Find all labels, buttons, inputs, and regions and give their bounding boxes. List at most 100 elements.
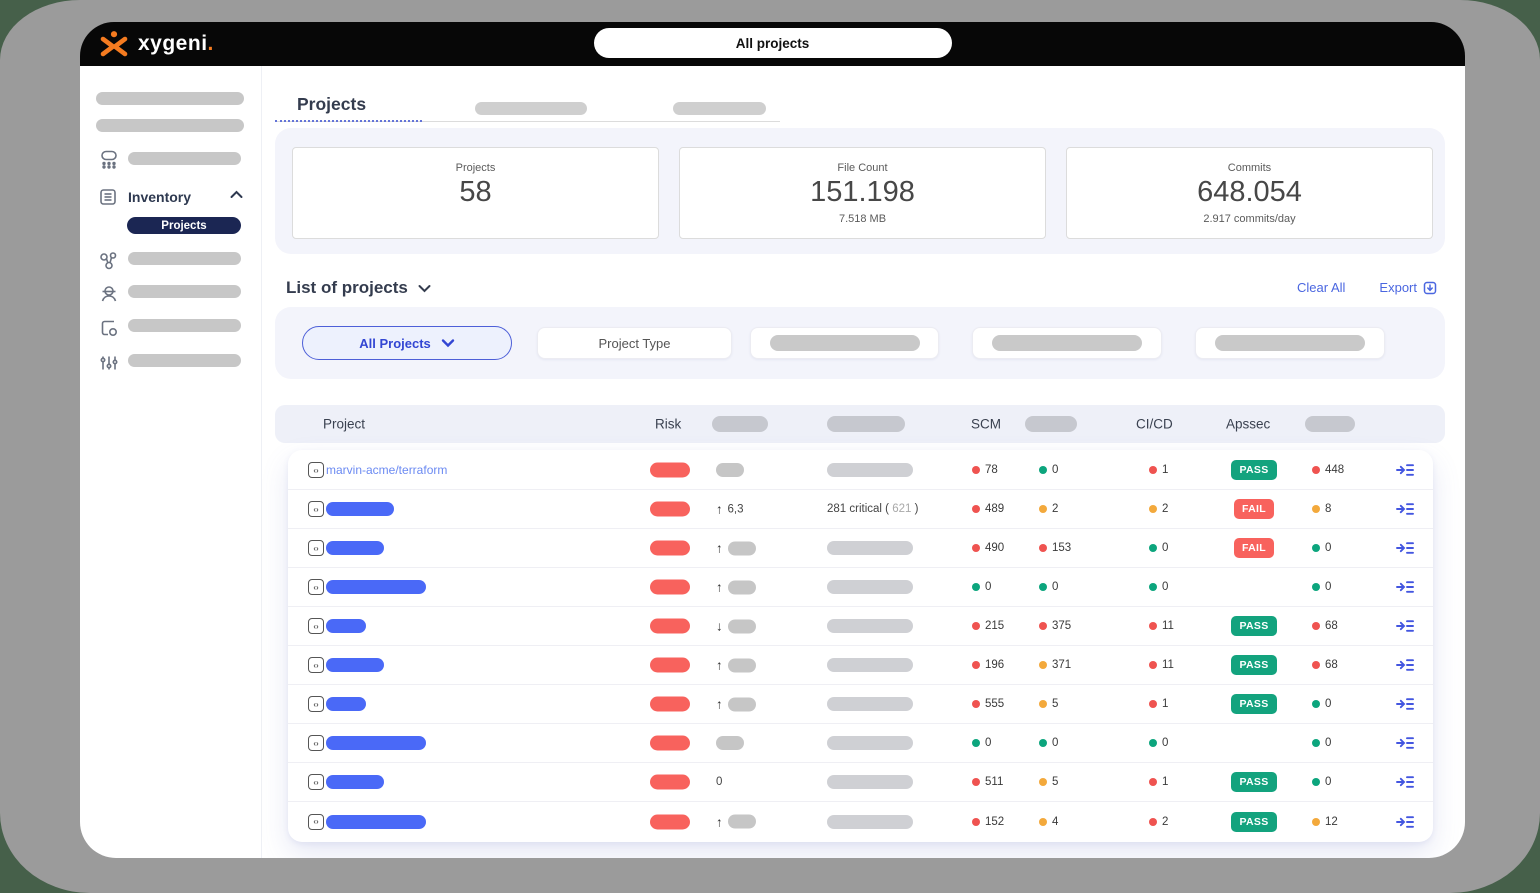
export-link[interactable]: Export xyxy=(1379,280,1437,295)
apssec-stat: 0 xyxy=(1312,581,1331,593)
apps-grid-icon xyxy=(98,148,120,170)
window-mat: xygeni. All projects xyxy=(0,0,1540,893)
stat-value: 0 xyxy=(1052,464,1058,476)
status-dot-red xyxy=(972,661,980,669)
tab-skeleton[interactable] xyxy=(673,102,766,115)
row-details-button[interactable] xyxy=(1396,619,1414,633)
stat-value: 0 xyxy=(1052,737,1058,749)
sidebar-item-inventory[interactable]: Inventory xyxy=(128,189,191,205)
detail-skeleton xyxy=(827,697,913,711)
trend-up-icon: ↑ xyxy=(716,814,723,829)
row-details-button[interactable] xyxy=(1396,815,1414,829)
stat-value: 2 xyxy=(1162,503,1168,515)
column-project[interactable]: Project xyxy=(323,417,365,432)
scm-stat: 152 xyxy=(972,816,1004,828)
status-dot-red xyxy=(1039,544,1047,552)
table-row[interactable]: ‹›marvin-acme/terraform7801PASS448 xyxy=(288,451,1433,490)
table-row[interactable]: ‹›051151PASS0 xyxy=(288,763,1433,802)
criticality-text: 281 critical ( 621 ) xyxy=(827,503,918,515)
table-row[interactable]: ‹›↑6,3281 critical ( 621 )48922FAIL8 xyxy=(288,490,1433,529)
tab-skeleton[interactable] xyxy=(475,102,587,115)
trend-up-icon: ↑ xyxy=(716,580,723,595)
table-row[interactable]: ‹›↑19637111PASS68 xyxy=(288,646,1433,685)
chevron-down-icon[interactable] xyxy=(418,284,431,293)
detail-skeleton xyxy=(827,775,913,789)
column-cicd[interactable]: CI/CD xyxy=(1136,417,1173,432)
stat-value: 151.198 xyxy=(680,176,1045,209)
clear-all-link[interactable]: Clear All xyxy=(1297,280,1345,295)
column-risk[interactable]: Risk xyxy=(655,417,681,432)
detail-skeleton xyxy=(827,736,913,750)
row-details-button[interactable] xyxy=(1396,541,1414,555)
project-type-filter[interactable]: Project Type xyxy=(537,327,732,359)
status-dot-red xyxy=(1149,700,1157,708)
agent-icon xyxy=(98,283,120,305)
filter-skeleton[interactable] xyxy=(972,327,1162,359)
row-details-button[interactable] xyxy=(1396,775,1414,789)
column-scm[interactable]: SCM xyxy=(971,417,1001,432)
sidebar-skeleton-item xyxy=(128,152,241,165)
sidebar-skeleton-item xyxy=(128,354,241,367)
status-dot-red xyxy=(1312,622,1320,630)
project-name-skeleton xyxy=(326,541,384,555)
project-name-skeleton xyxy=(326,580,426,594)
status-dot-green xyxy=(1149,544,1157,552)
scm-stat-2: 0 xyxy=(1039,464,1058,476)
tab-projects[interactable]: Projects xyxy=(297,94,366,115)
trend-skeleton xyxy=(728,580,756,594)
table-row[interactable]: ‹›0000 xyxy=(288,724,1433,763)
code-icon: ‹› xyxy=(308,579,324,595)
xygeni-mark-icon xyxy=(98,30,130,58)
filter-skeleton[interactable] xyxy=(750,327,939,359)
row-details-button[interactable] xyxy=(1396,580,1414,594)
row-details-button[interactable] xyxy=(1396,463,1414,477)
status-dot-red xyxy=(1149,818,1157,826)
enter-details-icon xyxy=(1396,619,1414,633)
app-window: xygeni. All projects xyxy=(80,22,1465,858)
status-dot-green xyxy=(1149,583,1157,591)
table-row[interactable]: ‹›↑0000 xyxy=(288,568,1433,607)
column-apssec[interactable]: Apssec xyxy=(1226,417,1270,432)
stat-value: 0 xyxy=(1325,581,1331,593)
table-row[interactable]: ‹›↑55551PASS0 xyxy=(288,685,1433,724)
stat-value: 0 xyxy=(1162,581,1168,593)
stat-value: 8 xyxy=(1325,503,1331,515)
filter-skeleton[interactable] xyxy=(1195,327,1385,359)
trend-cell: ↑ xyxy=(716,580,756,595)
list-title: List of projects xyxy=(286,278,408,298)
enter-details-icon xyxy=(1396,815,1414,829)
all-projects-pill[interactable]: All projects xyxy=(594,28,952,58)
sidebar-item-projects[interactable]: Projects xyxy=(127,217,241,234)
project-name-link[interactable]: marvin-acme/terraform xyxy=(326,463,447,477)
sidebar: Inventory Projects xyxy=(80,66,262,858)
detail-skeleton xyxy=(827,463,913,477)
enter-details-icon xyxy=(1396,658,1414,672)
status-dot-green xyxy=(1312,544,1320,552)
row-details-button[interactable] xyxy=(1396,502,1414,516)
row-details-button[interactable] xyxy=(1396,736,1414,750)
row-details-button[interactable] xyxy=(1396,658,1414,672)
detail-skeleton xyxy=(827,580,913,594)
trend-up-icon: ↑ xyxy=(716,697,723,712)
trend-cell: 0 xyxy=(716,776,722,788)
stat-value: 5 xyxy=(1052,698,1058,710)
stat-value: 648.054 xyxy=(1067,176,1432,209)
status-dot-red xyxy=(1149,622,1157,630)
table-row[interactable]: ‹›↓21537511PASS68 xyxy=(288,607,1433,646)
column-skeleton xyxy=(1025,416,1077,432)
table-row[interactable]: ‹›↑15242PASS12 xyxy=(288,802,1433,841)
sidebar-skeleton-item xyxy=(128,319,241,332)
column-skeleton xyxy=(1305,416,1355,432)
download-icon xyxy=(1423,281,1437,295)
status-dot-orange xyxy=(1039,778,1047,786)
table-row[interactable]: ‹›↑4901530FAIL0 xyxy=(288,529,1433,568)
fail-badge: FAIL xyxy=(1234,499,1274,519)
all-projects-filter[interactable]: All Projects xyxy=(302,326,512,360)
status-dot-green xyxy=(1039,739,1047,747)
stat-value: 1 xyxy=(1162,698,1168,710)
chevron-up-icon[interactable] xyxy=(230,190,243,199)
row-details-button[interactable] xyxy=(1396,697,1414,711)
scm-stat-2: 5 xyxy=(1039,698,1058,710)
scm-stat: 215 xyxy=(972,620,1004,632)
container-icon xyxy=(98,317,120,339)
